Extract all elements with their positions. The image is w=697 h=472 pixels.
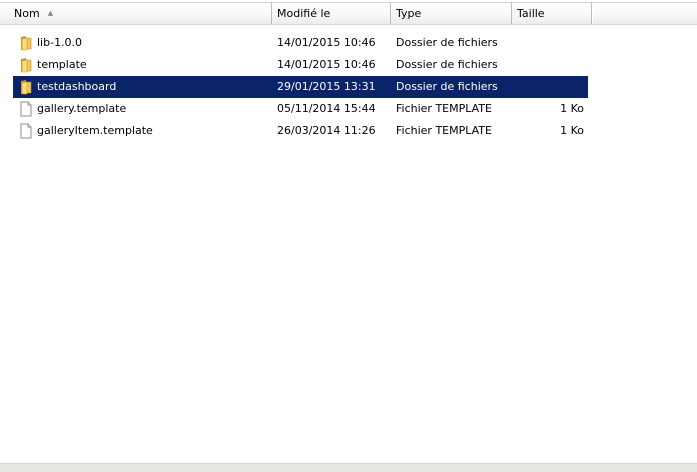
file-type: Fichier TEMPLATE: [396, 102, 492, 115]
file-type: Dossier de fichiers: [396, 58, 498, 71]
horizontal-scrollbar[interactable]: [0, 463, 697, 472]
file-name: lib-1.0.0: [37, 36, 83, 49]
file-icon: [18, 123, 34, 139]
file-name: gallery.template: [37, 102, 127, 115]
file-modified-date: 05/11/2014 15:44: [277, 102, 376, 115]
file-row[interactable]: testdashboard 29/01/2015 13:31 Dossier d…: [13, 76, 588, 98]
column-header-name-label: Nom: [14, 7, 40, 20]
file-icon: [18, 101, 34, 117]
file-size: 1 Ko: [560, 102, 584, 115]
folder-icon: [18, 57, 34, 73]
file-modified-date: 26/03/2014 11:26: [277, 124, 376, 137]
file-row[interactable]: template 14/01/2015 10:46 Dossier de fic…: [13, 54, 588, 76]
file-size: 1 Ko: [560, 124, 584, 137]
file-type: Fichier TEMPLATE: [396, 124, 492, 137]
file-row[interactable]: lib-1.0.0 14/01/2015 10:46 Dossier de fi…: [13, 32, 588, 54]
file-modified-date: 14/01/2015 10:46: [277, 36, 376, 49]
file-modified-date: 29/01/2015 13:31: [277, 80, 376, 93]
file-name: template: [37, 58, 87, 71]
file-row[interactable]: galleryItem.template 26/03/2014 11:26 Fi…: [13, 120, 588, 142]
column-header-bar: Nom ▲ Modifié le Type Taille: [0, 2, 697, 25]
file-row[interactable]: gallery.template 05/11/2014 15:44 Fichie…: [13, 98, 588, 120]
file-type: Dossier de fichiers: [396, 80, 498, 93]
column-header-name[interactable]: Nom ▲: [9, 3, 272, 24]
column-header-type-label: Type: [396, 7, 422, 20]
file-type: Dossier de fichiers: [396, 36, 498, 49]
file-name: galleryItem.template: [37, 124, 153, 137]
file-name: testdashboard: [37, 80, 117, 93]
column-header-date-label: Modifié le: [277, 7, 331, 20]
sort-ascending-icon: ▲: [47, 9, 54, 17]
column-header-date[interactable]: Modifié le: [272, 3, 391, 24]
column-header-filler: [592, 3, 697, 24]
file-modified-date: 14/01/2015 10:46: [277, 58, 376, 71]
column-header-size-label: Taille: [517, 7, 545, 20]
file-list: Nom ▲ Modifié le Type Taille lib-1.0.0 14…: [0, 0, 697, 472]
folder-icon: [18, 79, 34, 95]
folder-icon: [18, 35, 34, 51]
column-header-size[interactable]: Taille: [512, 3, 592, 24]
column-header-type[interactable]: Type: [391, 3, 512, 24]
